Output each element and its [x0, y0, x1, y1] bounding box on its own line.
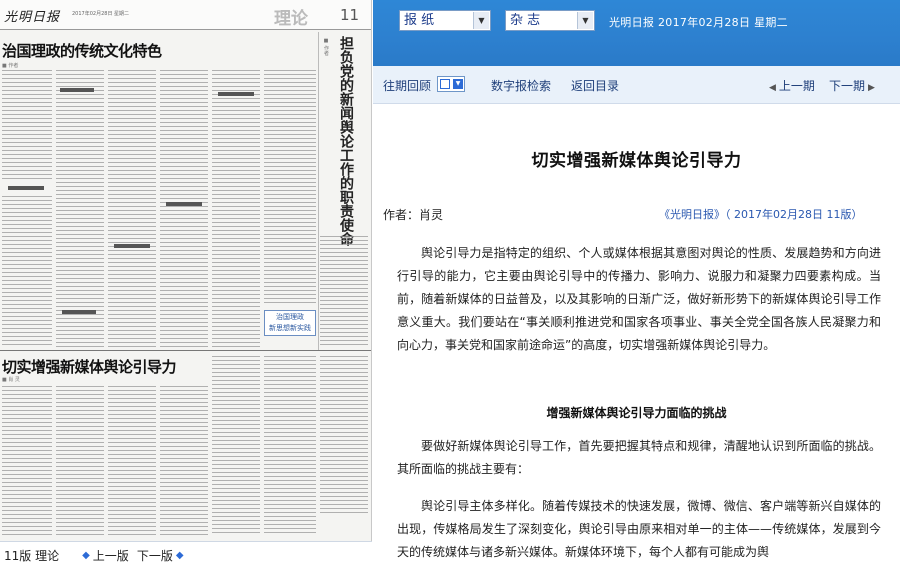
- text-column[interactable]: [264, 70, 316, 304]
- article-paragraph: 舆论引导力是指特定的组织、个人或媒体根据其意图对舆论的性质、发展趋势和方向进行引…: [397, 246, 881, 352]
- vertical-byline: ■ 作者: [323, 38, 329, 56]
- newspaper-select-value: 报 纸: [404, 13, 435, 28]
- next-page-label: 下一版: [136, 549, 173, 563]
- arrow-left-icon: ◀: [769, 83, 776, 93]
- badge-line: 新思想新实践: [269, 324, 311, 332]
- text-column[interactable]: [212, 356, 260, 536]
- text-column[interactable]: [2, 70, 52, 180]
- calendar-button[interactable]: ▼: [437, 76, 465, 92]
- digital-search-link[interactable]: 数字报检索: [491, 77, 551, 94]
- masthead-meta: 2017年02月28日 星期二: [72, 11, 130, 17]
- article-title: 切实增强新媒体舆论引导力: [531, 151, 742, 171]
- subhead-marker: [218, 92, 254, 96]
- article-section-heading: 增强新媒体舆论引导力面临的挑战: [546, 406, 727, 420]
- chevron-down-icon: ▼: [453, 79, 463, 89]
- next-issue-label: 下一期: [829, 79, 866, 93]
- magazine-select[interactable]: 杂 志 ▼: [505, 10, 595, 31]
- text-column[interactable]: [56, 386, 104, 536]
- article-source-link[interactable]: 《光明日报》（ 2017年02月28日 11版）: [659, 206, 862, 222]
- article-viewer: 报 纸 ▼ 杂 志 ▼ 光明日报 2017年02月28日 星期二 往期回顾 ▼ …: [373, 0, 900, 569]
- text-column[interactable]: [108, 386, 156, 536]
- calendar-icon: [440, 79, 450, 89]
- arrow-left-icon: ◆: [82, 550, 90, 561]
- text-column[interactable]: [320, 356, 368, 516]
- column-badge: 治国理政 新思想新实践: [264, 310, 316, 336]
- section-label: 理论: [274, 9, 308, 29]
- badge-line: 治国理政: [276, 313, 304, 321]
- subhead-marker: [8, 186, 44, 190]
- prev-page-button[interactable]: ◆ 上一版: [79, 547, 129, 564]
- text-column[interactable]: [212, 70, 260, 348]
- next-issue-button[interactable]: 下一期 ▶: [829, 77, 878, 94]
- newspaper-page-image[interactable]: 光明日报 2017年02月28日 星期二 理论 11 治国理政的传统文化特色 ■…: [0, 0, 372, 541]
- subhead-marker: [62, 310, 96, 314]
- paper-vertical-headline[interactable]: 担负党的新闻舆论工作的职责使命: [334, 36, 354, 246]
- newspaper-logo: 光明日报: [4, 10, 61, 25]
- column-rule: [318, 32, 319, 350]
- article-author: 作者：肖灵: [383, 208, 444, 222]
- text-column[interactable]: [160, 386, 208, 536]
- article-paragraph: 舆论引导主体多样化。随着传媒技术的快速发展，微博、微信、客户端等新兴自媒体的出现…: [397, 499, 881, 559]
- top-toolbar: 报 纸 ▼ 杂 志 ▼ 光明日报 2017年02月28日 星期二: [373, 0, 900, 66]
- text-column[interactable]: [2, 196, 52, 348]
- newspaper-select[interactable]: 报 纸 ▼: [399, 10, 491, 31]
- paper-byline-bottom: ■ 肖 灵: [2, 377, 20, 383]
- text-column[interactable]: [56, 70, 104, 348]
- arrow-right-icon: ▶: [868, 83, 875, 93]
- issue-date: 光明日报 2017年02月28日 星期二: [609, 16, 788, 29]
- text-column[interactable]: [320, 236, 368, 348]
- arrow-right-icon: ◆: [175, 550, 184, 561]
- section-rule: [0, 350, 371, 351]
- text-column[interactable]: [108, 70, 156, 348]
- subhead-marker: [60, 88, 94, 92]
- article-paragraph: 要做好新媒体舆论引导工作，首先要把握其特点和规律，清醒地认识到所面临的挑战。其所…: [397, 439, 881, 476]
- subhead-marker: [114, 244, 150, 248]
- chevron-down-icon: ▼: [473, 12, 489, 29]
- issue-navbar: 往期回顾 ▼ 数字报检索 返回目录 ◀ 上一期 下一期 ▶: [373, 66, 900, 104]
- past-issues-link[interactable]: 往期回顾: [383, 77, 431, 94]
- paper-headline-bottom[interactable]: 切实增强新媒体舆论引导力: [2, 356, 177, 377]
- paper-headline-top[interactable]: 治国理政的传统文化特色: [2, 40, 162, 61]
- magazine-select-value: 杂 志: [510, 13, 541, 28]
- prev-issue-button[interactable]: ◀ 上一期: [769, 77, 815, 94]
- page-number: 11: [340, 6, 360, 24]
- newspaper-masthead: 光明日报 2017年02月28日 星期二 理论 11: [0, 0, 371, 30]
- prev-issue-label: 上一期: [778, 79, 815, 93]
- next-page-button[interactable]: 下一版 ◆: [137, 547, 187, 564]
- chevron-down-icon: ▼: [577, 12, 593, 29]
- page-navigation-bar: 11版 理论 ◆ 上一版 下一版 ◆: [0, 541, 372, 569]
- text-column[interactable]: [2, 386, 52, 536]
- text-column[interactable]: [264, 356, 316, 536]
- paper-byline-top: ■ 作者: [2, 63, 19, 69]
- prev-page-label: 上一版: [92, 549, 129, 563]
- text-column[interactable]: [160, 70, 208, 348]
- current-page-label: 11版 理论: [4, 549, 60, 563]
- back-to-index-link[interactable]: 返回目录: [571, 77, 619, 94]
- subhead-marker: [166, 202, 202, 206]
